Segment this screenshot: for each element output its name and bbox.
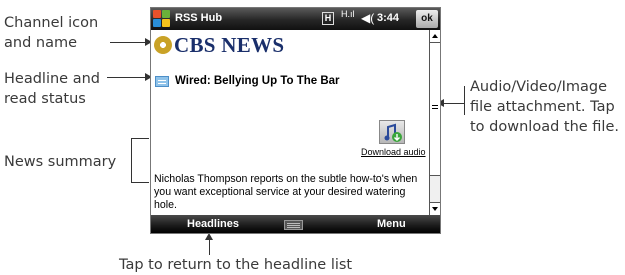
- callout-line-headline: [107, 77, 147, 78]
- vertical-scrollbar[interactable]: [429, 30, 440, 215]
- windows-start-icon[interactable]: [153, 10, 171, 28]
- article-content: CBS NEWS Wired: Bellying Up To The Bar D…: [151, 30, 429, 215]
- callout-bracket-top: [131, 138, 149, 139]
- download-audio-link[interactable]: Download audio: [361, 147, 426, 157]
- cbs-eye-icon: [154, 36, 172, 54]
- read-status-icon: [155, 76, 169, 87]
- menu-bar: Headlines Menu: [151, 215, 440, 233]
- callout-headlines-softkey: Tap to return to the headline list: [119, 257, 353, 273]
- channel-name: CBS NEWS: [174, 33, 285, 57]
- callout-arrow-headlines: [205, 233, 213, 240]
- callout-headline-and-read-status: Headline and read status: [4, 71, 100, 107]
- news-summary: Nicholas Thompson reports on the subtle …: [154, 173, 418, 211]
- headlines-softkey[interactable]: Headlines: [187, 218, 239, 230]
- volume-icon[interactable]: ◀(: [361, 11, 374, 25]
- callout-news-summary: News summary: [4, 154, 117, 170]
- keyboard-icon[interactable]: [284, 220, 303, 230]
- title-bar: RSS Hub H H.ıl ◀( 3:44 ok: [151, 8, 440, 30]
- callout-channel-icon-and-name: Channel icon and name: [4, 15, 99, 51]
- ok-button[interactable]: ok: [416, 10, 438, 28]
- callout-bracket-summary: [131, 138, 132, 183]
- audio-attachment-icon[interactable]: [379, 120, 405, 144]
- scroll-track[interactable]: [430, 42, 440, 203]
- callout-line-attachment: [443, 103, 465, 104]
- callout-bracket-bottom: [131, 182, 149, 183]
- callout-line-headlines: [209, 238, 210, 255]
- device-screen: RSS Hub H H.ıl ◀( 3:44 ok CBS NEWS Wired…: [150, 7, 441, 234]
- callout-line-attachment-vert: [464, 86, 465, 115]
- scroll-down-arrow-icon[interactable]: [430, 203, 440, 215]
- scroll-up-arrow-icon[interactable]: [430, 30, 440, 42]
- callout-attachment: Audio/Video/Image file attachment. Tap t…: [470, 79, 619, 135]
- signal-strength-icon: H.ıl: [341, 9, 355, 19]
- menu-softkey[interactable]: Menu: [377, 218, 406, 230]
- network-indicator-icon: H: [322, 12, 334, 25]
- scroll-thumb[interactable]: [430, 43, 440, 176]
- scroll-grip-icon: [432, 105, 438, 106]
- clock[interactable]: 3:44: [377, 12, 399, 24]
- headline: Wired: Bellying Up To The Bar: [175, 75, 340, 87]
- callout-line-channel: [110, 42, 147, 43]
- app-title: RSS Hub: [175, 12, 223, 24]
